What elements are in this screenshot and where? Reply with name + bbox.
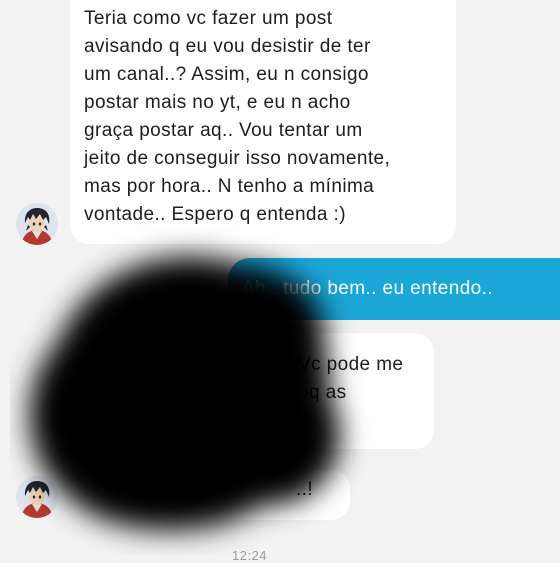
message-timestamp: 12:24: [232, 548, 268, 563]
contact-avatar[interactable]: [16, 203, 58, 245]
incoming-message-bubble[interactable]: ..!: [150, 470, 350, 520]
message-text-line: Vc pode me: [298, 354, 404, 375]
outgoing-message-bubble[interactable]: Ah.. tudo bem.. eu entendo..: [228, 258, 560, 320]
incoming-message-bubble[interactable]: Teria como vc fazer um post avisando q e…: [70, 0, 456, 244]
message-text-line: avisando q eu vou desistir de ter: [84, 36, 371, 57]
contact-avatar[interactable]: [16, 476, 58, 518]
anime-character-avatar-icon: [16, 476, 58, 518]
message-text-line: postar mais no yt, e eu n acho: [84, 92, 351, 113]
anime-character-avatar-icon: [16, 203, 58, 245]
incoming-message-bubble[interactable]: Vc pode me oq as: [150, 333, 434, 449]
message-text: ..!: [296, 479, 314, 500]
message-text-line: mas por hora.. N tenho a mínima: [84, 176, 375, 197]
message-text-line: vontade.. Espero q entenda :): [84, 204, 346, 225]
message-text-line: jeito de conseguir isso novamente,: [84, 148, 391, 169]
message-text-line: oq as: [298, 382, 347, 403]
message-text: Ah.. tudo bem.. eu entendo..: [242, 278, 493, 299]
message-text-line: Teria como vc fazer um post: [84, 8, 333, 29]
message-text-line: um canal..? Assim, eu n consigo: [84, 64, 369, 85]
message-text-line: graça postar aq.. Vou tentar um: [84, 120, 363, 141]
